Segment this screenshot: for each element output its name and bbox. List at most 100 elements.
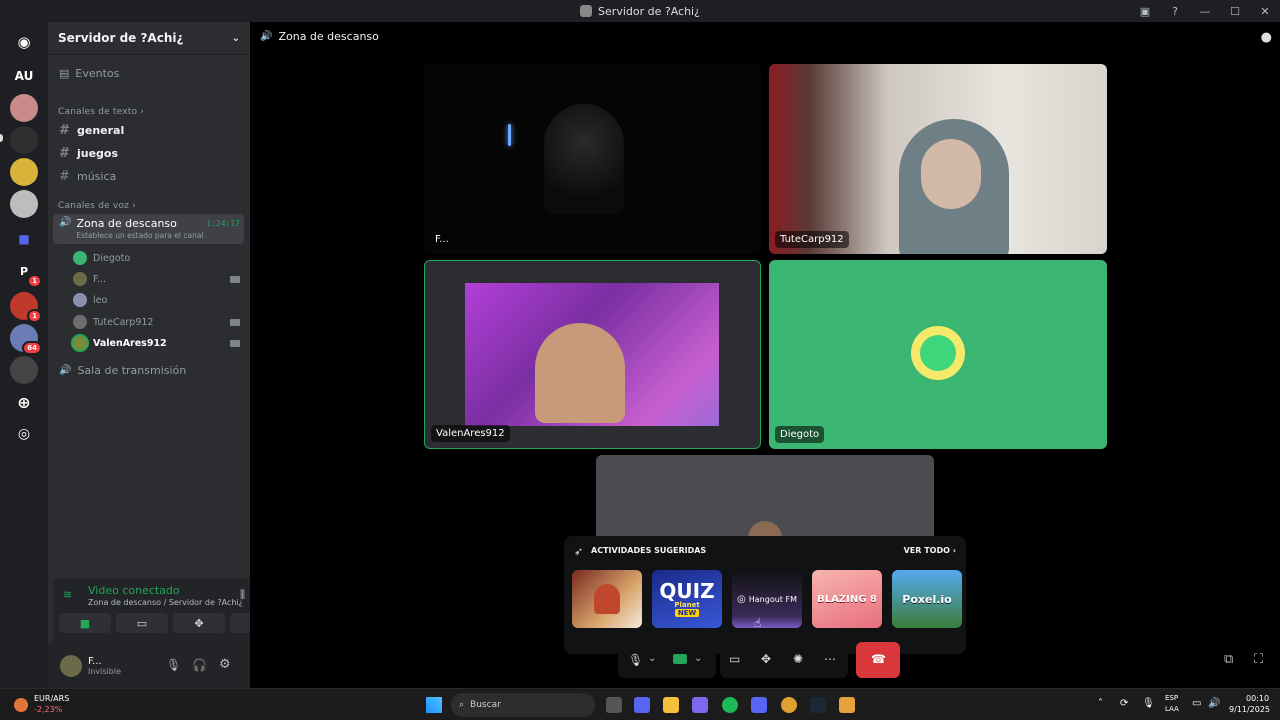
- discover-icon[interactable]: ◎: [10, 420, 38, 448]
- server-avatar[interactable]: [10, 190, 38, 218]
- help-icon[interactable]: ?: [1160, 5, 1190, 18]
- voice-channel-active[interactable]: 🔊 Zona de descanso Establece un estado p…: [53, 214, 244, 244]
- popout-icon[interactable]: ⧉: [1224, 652, 1233, 667]
- video-tile-diegoto[interactable]: Diegoto: [769, 260, 1107, 449]
- server-avatar[interactable]: 64: [10, 324, 42, 355]
- channel-general[interactable]: # general: [53, 119, 244, 141]
- server-avatar[interactable]: [10, 94, 38, 122]
- taskbar-search[interactable]: ⌕ Buscar: [451, 693, 595, 717]
- webcam-person: [544, 104, 624, 214]
- close-icon[interactable]: ✕: [1250, 5, 1280, 18]
- tray-chevron-icon[interactable]: ˄: [1098, 698, 1103, 709]
- server-au[interactable]: AU: [10, 62, 38, 90]
- app-icon[interactable]: [692, 697, 708, 713]
- card-art: [594, 584, 620, 614]
- voice-user-valenares[interactable]: ValenAres912: [73, 333, 242, 353]
- avatar: [73, 293, 87, 307]
- video-tile-f[interactable]: F...: [424, 64, 761, 254]
- voice-user-leo[interactable]: leo: [73, 290, 242, 310]
- activities-icon[interactable]: ✥: [761, 652, 771, 666]
- webcam-face: [921, 139, 981, 209]
- inbox-icon[interactable]: ▣: [1130, 5, 1160, 18]
- text-category[interactable]: Canales de texto ›: [58, 107, 144, 117]
- hang-up-icon: ☎: [871, 652, 886, 666]
- windows-start-icon[interactable]: [426, 697, 442, 713]
- mic-tray-icon[interactable]: 🎙: [1142, 698, 1155, 709]
- display-icon[interactable]: ▭: [1192, 698, 1201, 709]
- video-tile-valenares[interactable]: ValenAres912: [424, 260, 761, 449]
- file-explorer-icon[interactable]: [663, 697, 679, 713]
- noise-suppression-icon[interactable]: ⫼: [240, 588, 245, 602]
- call-channel-name: Zona de descanso: [278, 30, 379, 43]
- end-call-button[interactable]: ☎: [856, 642, 900, 678]
- chevron-down-icon[interactable]: ⌄: [648, 653, 656, 664]
- video-button[interactable]: ■: [59, 613, 111, 633]
- screen-share-button[interactable]: ▭: [116, 613, 168, 633]
- events-item[interactable]: ▤ Eventos: [53, 62, 244, 84]
- user-panel: F... Invisible 🎙 🎧 ⚙: [48, 644, 250, 688]
- network-icon[interactable]: ⟳: [1120, 698, 1128, 709]
- minimize-icon[interactable]: —: [1190, 5, 1220, 18]
- settings-gear-icon[interactable]: ⚙: [219, 657, 231, 672]
- stage-channel[interactable]: 🔊 Sala de transmisión: [53, 359, 244, 381]
- microphone-icon[interactable]: 🎙: [166, 658, 181, 672]
- activity-card-quiz[interactable]: QUIZ Planet NEW: [652, 570, 722, 628]
- server-avatar[interactable]: 1: [10, 292, 42, 323]
- channel-juegos[interactable]: # juegos: [53, 142, 244, 164]
- discord-home-icon[interactable]: ◉: [10, 28, 38, 56]
- app-icon[interactable]: [606, 697, 622, 713]
- app-icon[interactable]: [634, 697, 650, 713]
- headphones-icon[interactable]: 🎧: [192, 658, 207, 672]
- folder-icon[interactable]: ■: [10, 225, 38, 253]
- screen-share-icon[interactable]: ▭: [729, 652, 740, 666]
- video-camera-icon[interactable]: [673, 654, 687, 664]
- voice-category[interactable]: Canales de voz ›: [58, 201, 136, 211]
- server-icon: [580, 5, 593, 17]
- server-avatar[interactable]: [10, 126, 38, 154]
- activity-card-poxel[interactable]: Poxel.io: [892, 570, 962, 628]
- chrome-icon[interactable]: [781, 697, 797, 713]
- voice-status[interactable]: Video conectado: [88, 584, 180, 597]
- language-label[interactable]: ESP: [1165, 694, 1178, 702]
- voice-user-diegoto[interactable]: Diegoto: [73, 248, 242, 268]
- search-icon: ⌕: [459, 700, 465, 710]
- voice-location[interactable]: Zona de descanso / Servidor de ?Achi¿: [88, 598, 243, 607]
- activities-title: ACTIVIDADES SUGERIDAS: [591, 546, 707, 555]
- divider: [48, 54, 250, 55]
- discord-icon[interactable]: [751, 697, 767, 713]
- avatar: [73, 251, 87, 265]
- activity-card-1[interactable]: [572, 570, 642, 628]
- volume-icon[interactable]: 🔊: [1208, 698, 1220, 709]
- clock-time[interactable]: 00:10: [1246, 694, 1269, 703]
- see-all-link[interactable]: VER TODO ›: [904, 546, 956, 555]
- server-p[interactable]: P1: [10, 257, 42, 288]
- activities-popup: ➶ ACTIVIDADES SUGERIDAS VER TODO › QUIZ …: [564, 536, 966, 654]
- more-options-icon[interactable]: ⋯: [824, 652, 836, 666]
- steam-icon[interactable]: [810, 697, 826, 713]
- activities-button[interactable]: ✥: [173, 613, 225, 633]
- server-avatar[interactable]: [10, 158, 38, 186]
- activity-card-hangout[interactable]: ◎ Hangout FM: [732, 570, 802, 628]
- video-tile-tutecarp[interactable]: TuteCarp912: [769, 64, 1107, 254]
- activity-card-blazing[interactable]: BLAZING 8: [812, 570, 882, 628]
- microphone-icon[interactable]: 🎙: [628, 653, 643, 667]
- server-header[interactable]: Servidor de ?Achi¿ ⌄: [48, 22, 250, 54]
- user-name[interactable]: F...: [88, 656, 121, 667]
- voice-user-tutecarp[interactable]: TuteCarp912: [73, 312, 242, 332]
- user-avatar[interactable]: [60, 655, 82, 677]
- hash-icon: #: [59, 168, 70, 184]
- voice-user-f[interactable]: F...: [73, 269, 242, 289]
- app-icon[interactable]: [839, 697, 855, 713]
- fullscreen-icon[interactable]: ⛶: [1254, 652, 1263, 667]
- ticker-label[interactable]: EUR/ARS: [34, 694, 69, 703]
- add-server-icon[interactable]: ⊕: [10, 388, 38, 416]
- channel-musica[interactable]: # música: [53, 165, 244, 187]
- stage-icon: 🔊: [59, 364, 72, 376]
- server-avatar[interactable]: [10, 356, 38, 384]
- spotify-icon[interactable]: [722, 697, 738, 713]
- chevron-down-icon[interactable]: ⌄: [694, 653, 702, 664]
- soundboard-icon[interactable]: ✺: [793, 652, 803, 666]
- maximize-icon[interactable]: ☐: [1220, 5, 1250, 18]
- chat-bubble-icon[interactable]: ●: [1261, 30, 1272, 45]
- ticker-change: -2,23%: [34, 705, 63, 714]
